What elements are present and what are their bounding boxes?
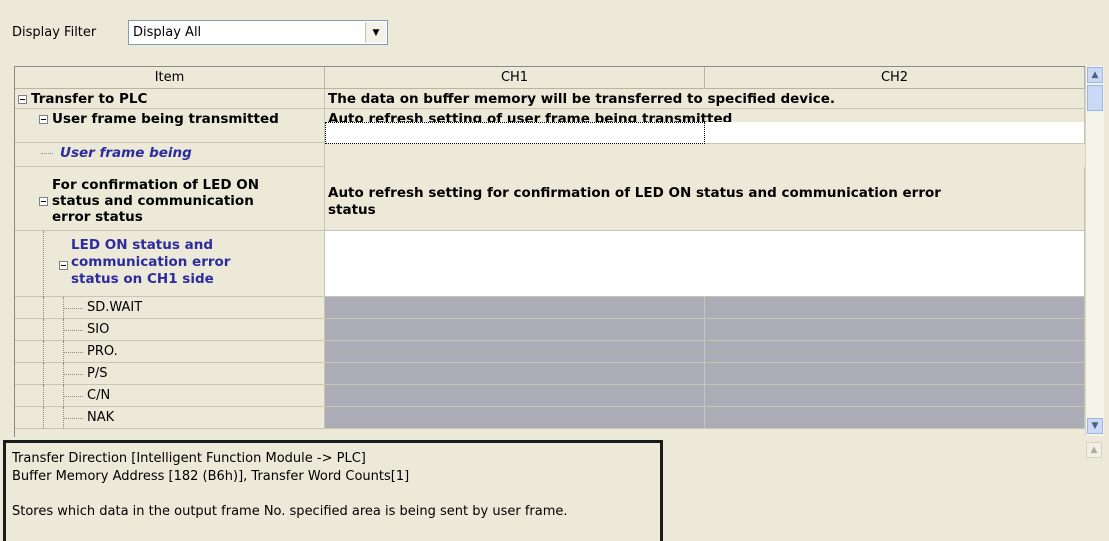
display-filter-label: Display Filter (12, 25, 97, 40)
scroll-up-icon[interactable]: ▲ (1087, 67, 1103, 83)
table-row[interactable]: SIO (15, 319, 1085, 341)
collapse-icon[interactable] (39, 197, 48, 206)
leaf-label: C/N (87, 388, 111, 403)
table-row[interactable]: LED ON status and communication error st… (15, 231, 1085, 297)
table-row[interactable]: For confirmation of LED ON status and co… (15, 167, 1085, 231)
filter-bar: Display Filter Display All ▼ (0, 0, 1109, 66)
ch1-user-frame-input[interactable] (325, 122, 705, 144)
table-row[interactable]: P/S (15, 363, 1085, 385)
description-panel: Transfer Direction [Intelligent Function… (3, 440, 663, 541)
chevron-down-icon[interactable]: ▼ (365, 22, 386, 43)
info-description: Stores which data in the output frame No… (12, 504, 568, 519)
info-transfer-direction: Transfer Direction [Intelligent Function… (12, 451, 366, 466)
table-row[interactable]: Transfer to PLC The data on buffer memor… (15, 89, 1085, 109)
table-row[interactable]: SD.WAIT (15, 297, 1085, 319)
row-label-led-ch1-l3: status on CH1 side (71, 271, 214, 287)
table-row[interactable]: NAK (15, 407, 1085, 429)
info-buffer-memory: Buffer Memory Address [182 (B6h)], Trans… (12, 469, 410, 484)
row-desc-led-confirm-l1: Auto refresh setting for confirmation of… (328, 185, 941, 201)
row-label-led-confirm-l1: For confirmation of LED ON (52, 177, 260, 193)
led-ch1-value-cell[interactable] (325, 231, 1085, 297)
row-label-led-confirm-l3: error status (52, 209, 143, 225)
collapse-icon[interactable] (39, 115, 48, 124)
table-row[interactable]: C/N (15, 385, 1085, 407)
table-row[interactable]: PRO. (15, 341, 1085, 363)
leaf-label: NAK (87, 410, 115, 425)
settings-grid: Item CH1 CH2 Transfer to PLC The data on… (14, 66, 1085, 437)
row-label-led-ch1-l2: communication error (71, 254, 231, 270)
row-label-led-ch1-l1: LED ON status and (71, 237, 213, 253)
row-label-user-frame-transmitted: User frame being transmitted (52, 111, 279, 127)
ch2-user-frame-input[interactable] (705, 122, 1085, 144)
description-scrollbar[interactable]: ▲ (1085, 441, 1103, 541)
column-header-ch2[interactable]: CH2 (705, 67, 1085, 89)
leaf-label: SD.WAIT (87, 300, 143, 315)
scroll-up-icon[interactable]: ▲ (1086, 442, 1102, 458)
column-header-ch1[interactable]: CH1 (325, 67, 705, 89)
row-label-led-confirm-l2: status and communication (52, 193, 254, 209)
row-label-user-frame-being: User frame being (60, 145, 192, 161)
row-desc-led-confirm-l2: status (328, 202, 376, 218)
leaf-label: SIO (87, 322, 110, 337)
column-header-item[interactable]: Item (15, 67, 325, 89)
collapse-icon[interactable] (18, 95, 27, 104)
display-filter-select[interactable]: Display All ▼ (128, 20, 388, 45)
leaf-label: PRO. (87, 344, 118, 359)
row-label-transfer-to-plc: Transfer to PLC (31, 91, 148, 107)
collapse-icon[interactable] (59, 261, 68, 270)
scroll-thumb[interactable] (1087, 85, 1103, 111)
row-desc-transfer-to-plc: The data on buffer memory will be transf… (328, 91, 836, 107)
leaf-label: P/S (87, 366, 108, 381)
display-filter-value: Display All (133, 25, 202, 40)
scroll-down-icon[interactable]: ▼ (1087, 418, 1103, 434)
table-row[interactable]: User frame being (15, 143, 1085, 167)
grid-scrollbar[interactable]: ▲ ▼ (1085, 66, 1104, 436)
